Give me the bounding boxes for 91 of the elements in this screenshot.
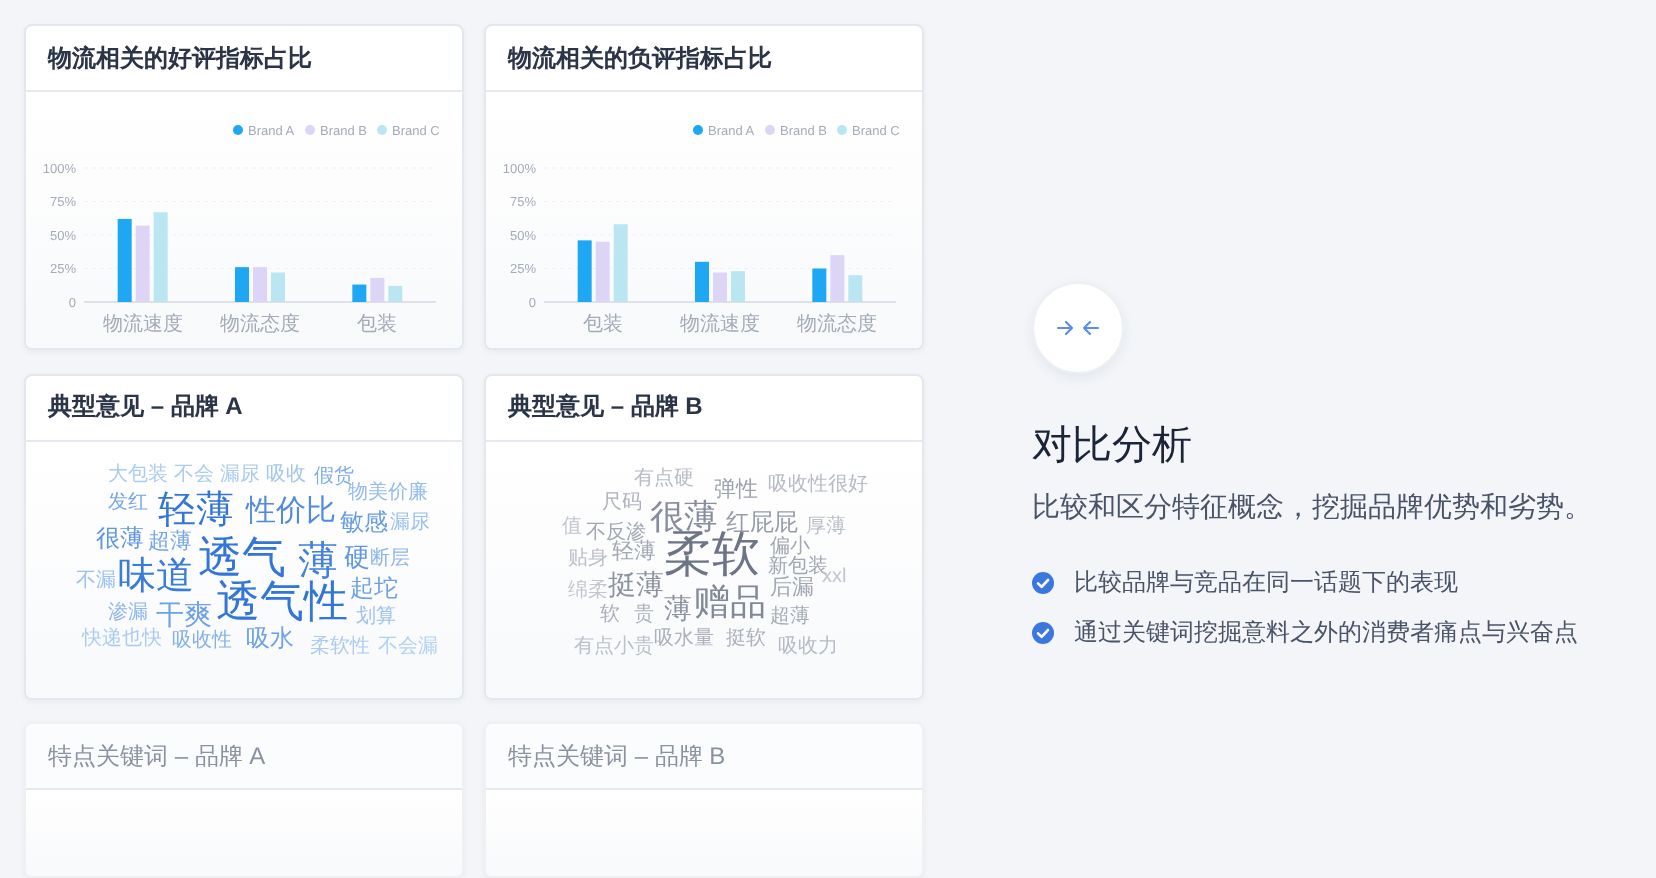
cloud-word: 贴身: [568, 549, 608, 569]
cloud-word: 快递也快: [82, 629, 162, 649]
cloud-word: 值: [562, 517, 582, 537]
cloud-word: 弹性: [714, 480, 758, 502]
bar: [812, 268, 827, 302]
bar: [830, 255, 845, 302]
cloud-word: 超薄: [148, 532, 192, 554]
feature-subtitle: 比较和区分特征概念，挖掘品牌优势和劣势。: [1032, 488, 1592, 526]
cloud-word: 薄: [298, 541, 338, 581]
cloud-word: 轻薄: [612, 542, 656, 564]
bar: [577, 240, 592, 302]
cloud-word: 红屁屁: [726, 509, 798, 533]
bar: [695, 261, 709, 302]
bar: [153, 212, 168, 302]
bar: [370, 277, 385, 302]
bar: [135, 225, 150, 302]
category-label: 包装: [357, 314, 398, 336]
cloud-word: 挺软: [726, 629, 766, 649]
bar: [595, 241, 610, 302]
cloud-word: 挺薄: [608, 569, 664, 597]
cloud-word: 不会漏: [378, 637, 438, 657]
category-label: 物流速度: [680, 314, 760, 336]
cloud-word: 很薄: [650, 500, 718, 534]
cloud-word: 柔软性: [310, 637, 370, 657]
card-title: 典型意见 – 品牌 B: [508, 390, 703, 424]
converge-arrows-icon: [1056, 318, 1100, 338]
cloud-word: 吸收性: [172, 631, 232, 651]
card-title: 物流相关的负评指标占比: [508, 41, 772, 75]
check-circle-icon: [1032, 572, 1054, 594]
card-title: 物流相关的好评指标占比: [48, 41, 312, 75]
cloud-word: xxl: [822, 567, 847, 587]
category-label: 物流速度: [102, 314, 183, 336]
cloud-word: 绵柔: [568, 581, 608, 601]
feature-point: 比较品牌与竞品在同一话题下的表现: [1074, 566, 1458, 600]
cloud-word: 软: [600, 605, 620, 625]
bar: [713, 272, 727, 302]
category-label: 物流态度: [220, 314, 300, 336]
cloud-word: 很薄: [96, 525, 144, 549]
cloud-word: 敏感: [340, 509, 388, 533]
bar: [388, 285, 403, 302]
bar: [613, 224, 628, 302]
cloud-word: 后漏: [770, 578, 814, 600]
cloud-word: 尺码: [602, 493, 642, 513]
cloud-word: 吸收性很好: [768, 475, 868, 495]
card-title: 特点关键词 – 品牌 A: [48, 739, 266, 773]
cloud-word: 吸水: [246, 625, 294, 649]
category-label: 物流态度: [797, 314, 878, 336]
cloud-word: 不会 漏尿: [174, 465, 260, 485]
cloud-word: 偏小: [770, 537, 810, 557]
cloud-word: 吸水量: [654, 629, 714, 649]
bar: [235, 267, 249, 302]
cloud-word: 划算: [356, 607, 396, 627]
cloud-word: 柔软: [664, 531, 760, 579]
cloud-word: 有点小贵: [574, 637, 654, 657]
category-label: 包装: [582, 314, 623, 336]
feature-point: 通过关键词挖掘意料之外的消费者痛点与兴奋点: [1074, 616, 1578, 650]
cloud-word: 漏尿: [390, 513, 430, 533]
cloud-word: 贵: [634, 605, 654, 625]
cloud-word: 假货: [314, 467, 354, 487]
cloud-word: 赠品: [694, 583, 766, 619]
check-circle-icon: [1032, 622, 1054, 644]
card-title: 典型意见 – 品牌 A: [48, 390, 243, 424]
cloud-word: 性价比: [246, 496, 336, 526]
card-title: 特点关键词 – 品牌 B: [508, 739, 726, 773]
cloud-word: 吸收力: [778, 637, 838, 657]
bar: [271, 272, 285, 302]
cloud-word: 透气性: [216, 579, 348, 623]
cloud-word: 干爽: [156, 599, 212, 627]
bar: [352, 284, 367, 302]
feature-title: 对比分析: [1032, 422, 1192, 472]
bar: [253, 267, 267, 302]
cloud-word: 有点硬: [634, 469, 694, 489]
cloud-word: 厚薄: [806, 517, 846, 537]
cloud-word: 超薄: [770, 607, 810, 627]
bar: [117, 218, 132, 302]
cloud-word: 渗漏: [108, 603, 148, 623]
cloud-word: 硬: [344, 544, 370, 570]
cloud-word: 不漏: [76, 571, 116, 591]
cloud-word: 大包装: [108, 465, 168, 485]
cloud-word: 轻薄: [158, 492, 234, 530]
cloud-word: 薄: [664, 593, 692, 621]
bar: [848, 275, 863, 302]
cloud-word: 起坨: [350, 575, 398, 599]
cloud-word: 吸收: [266, 465, 306, 485]
cloud-word: 断层: [370, 549, 410, 569]
bar: [731, 271, 745, 302]
cloud-word: 物美价廉: [348, 483, 428, 503]
cloud-word: 不反渗: [586, 523, 646, 543]
cloud-word: 味道: [118, 558, 194, 596]
cloud-word: 发红: [108, 493, 148, 513]
cloud-word: 透气: [198, 535, 286, 579]
